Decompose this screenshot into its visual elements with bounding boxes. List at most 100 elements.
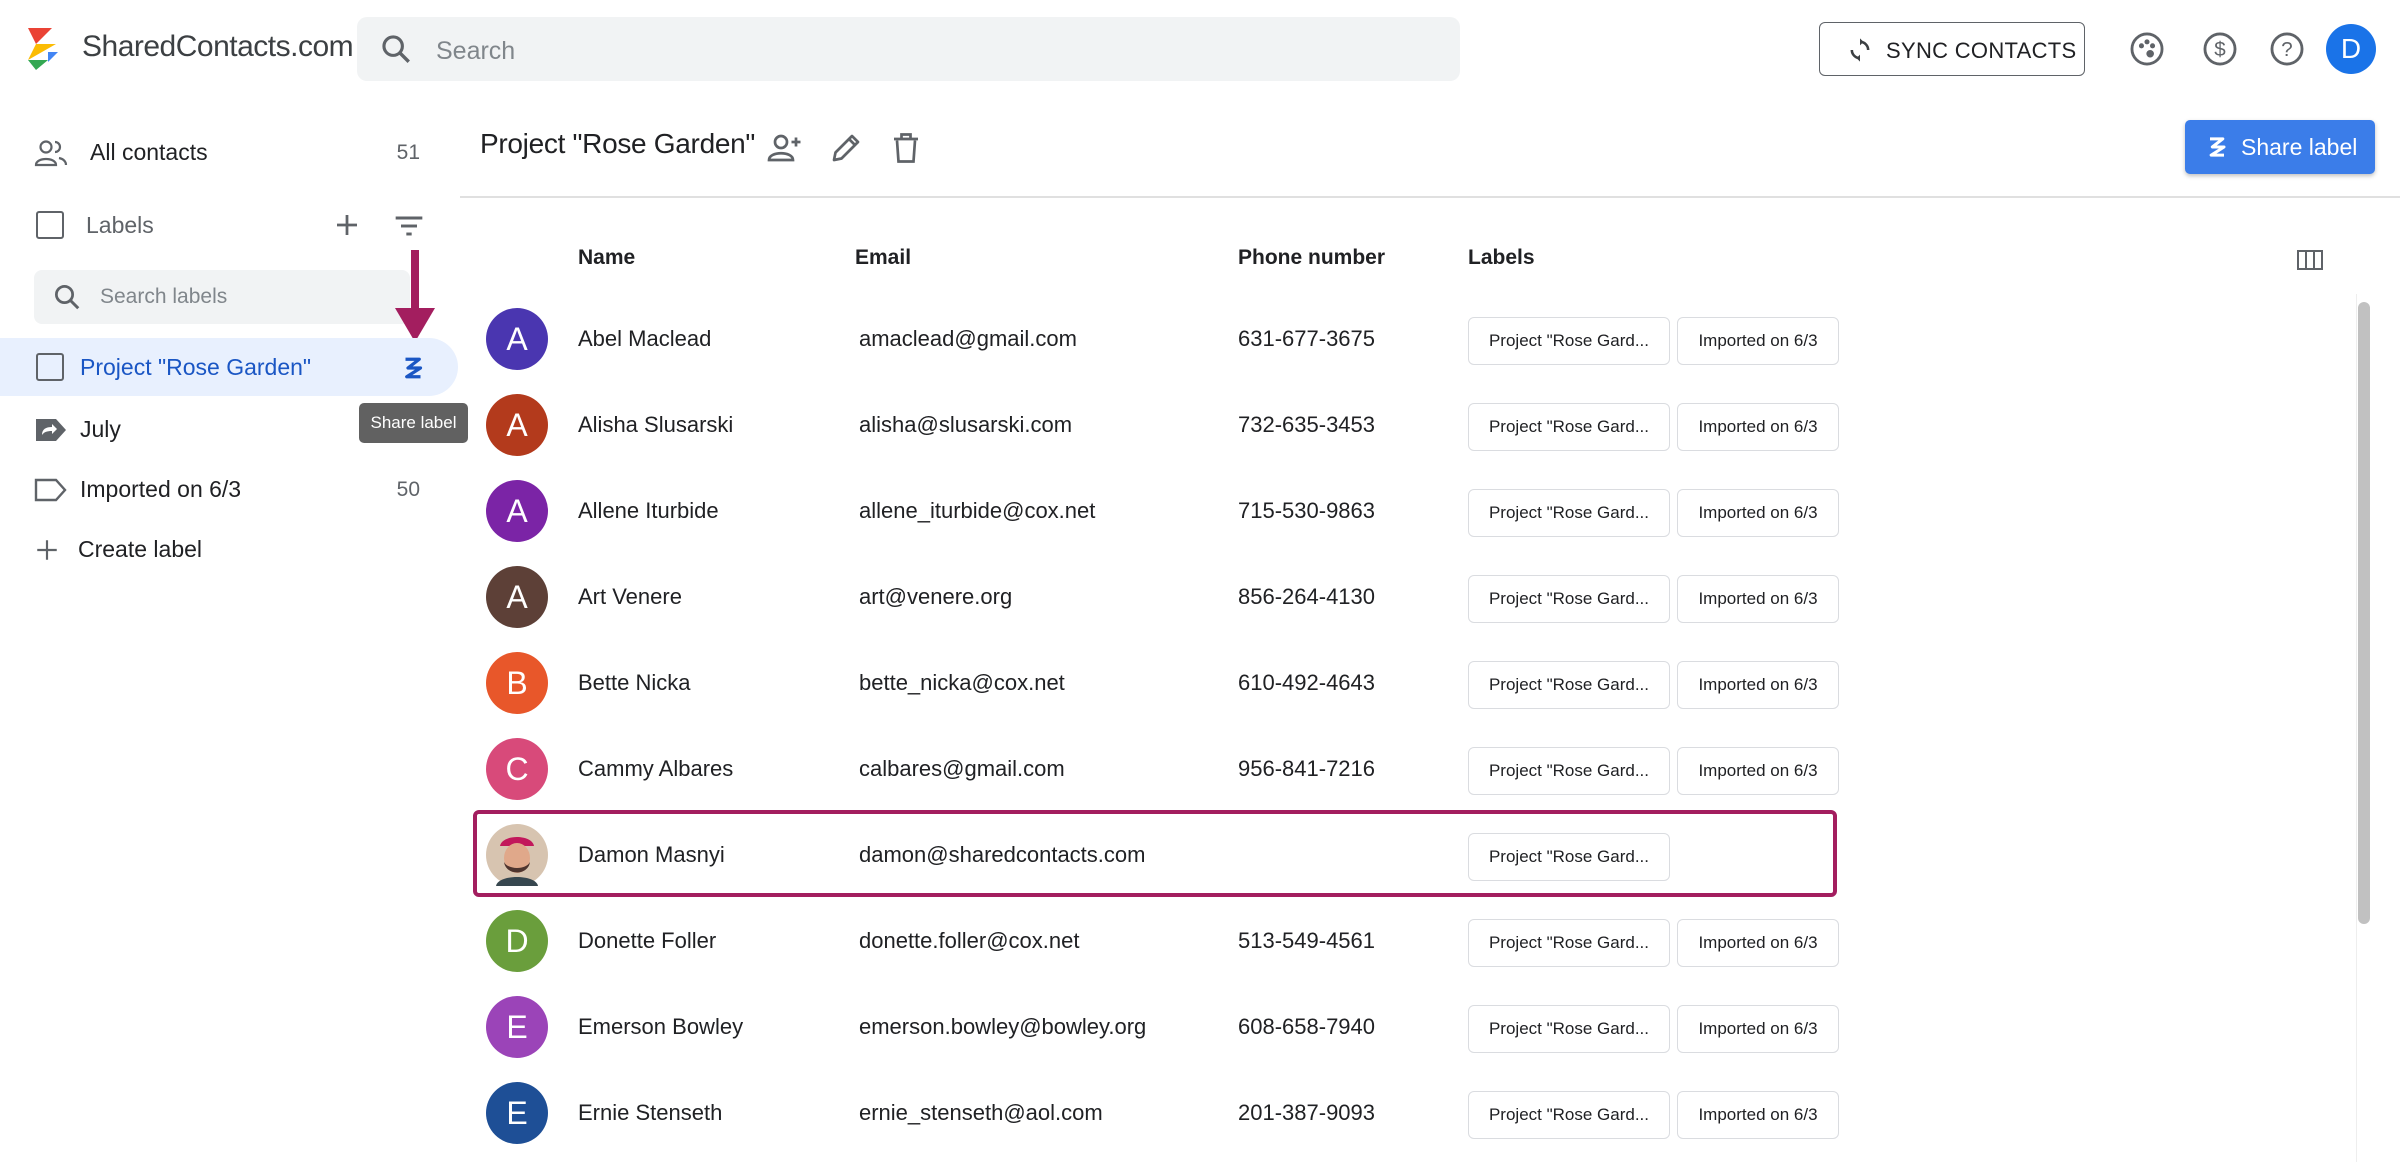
highlighted-row-annotation (473, 810, 1837, 897)
people-icon (34, 140, 68, 167)
table-row[interactable]: A Alisha Slusarski alisha@slusarski.com 732… (460, 382, 2360, 468)
share-label-button-text: Share label (2241, 134, 2358, 160)
label-chip[interactable]: Imported on 6/3 (1677, 919, 1839, 967)
label-chip[interactable]: Project "Rose Gard... (1468, 661, 1670, 709)
scrollbar[interactable] (2358, 302, 2370, 924)
label-chip[interactable]: Project "Rose Gard... (1468, 919, 1670, 967)
table-row[interactable]: D Donette Foller donette.foller@cox.net 513… (460, 898, 2360, 984)
label-chip[interactable]: Imported on 6/3 (1677, 575, 1839, 623)
sidebar-item-label: Imported on 6/3 (80, 476, 242, 502)
sync-icon (1850, 38, 1870, 62)
label-chip[interactable]: Imported on 6/3 (1677, 317, 1839, 365)
contact-name: Donette Foller (578, 928, 717, 953)
avatar: A (486, 480, 548, 542)
label-chip[interactable]: Imported on 6/3 (1677, 489, 1839, 537)
sidebar-item-project-rose-garden[interactable]: Project "Rose Garden" (0, 338, 458, 396)
contact-name: Abel Maclead (578, 326, 712, 351)
account-avatar[interactable]: D (2326, 24, 2376, 74)
share-label-icon[interactable] (398, 353, 428, 383)
contact-name: Alisha Slusarski (578, 412, 734, 437)
support-palette-icon[interactable] (2128, 30, 2166, 68)
select-all-labels-checkbox[interactable] (36, 211, 64, 239)
contact-email: art@venere.org (859, 584, 1013, 609)
table-row[interactable]: A Abel Maclead amaclead@gmail.com 631-677-3… (460, 296, 2360, 382)
plus-icon (37, 540, 57, 560)
label-chip[interactable]: Project "Rose Gard... (1468, 317, 1670, 365)
filter-icon[interactable] (393, 212, 425, 240)
delete-trash-icon[interactable] (888, 130, 924, 166)
search-icon (382, 35, 410, 63)
add-label-icon[interactable] (332, 210, 362, 240)
svg-text:?: ? (2281, 38, 2292, 61)
contact-email: calbares@gmail.com (859, 756, 1065, 781)
annotation-arrow-icon (395, 250, 435, 342)
label-chip[interactable]: Imported on 6/3 (1677, 661, 1839, 709)
table-row[interactable]: B Bette Nicka bette_nicka@cox.net 610-492-4… (460, 640, 2360, 726)
contact-email: amaclead@gmail.com (859, 326, 1077, 351)
search-bar[interactable]: Search (357, 17, 1460, 81)
sidebar-item-count: 50 (396, 478, 420, 501)
avatar: A (486, 394, 548, 456)
label-search-input[interactable]: Search labels (100, 285, 227, 309)
column-header-phone[interactable]: Phone number (1238, 246, 1385, 270)
label-chip[interactable]: Imported on 6/3 (1677, 1091, 1839, 1139)
avatar: E (486, 996, 548, 1058)
contact-name: Art Venere (578, 584, 682, 609)
column-header-labels[interactable]: Labels (1468, 246, 1535, 270)
label-chip[interactable]: Imported on 6/3 (1677, 747, 1839, 795)
contact-name: Emerson Bowley (578, 1014, 744, 1039)
sync-contacts-button[interactable]: SYNC CONTACTS (1819, 22, 2085, 76)
contact-email: donette.foller@cox.net (859, 928, 1080, 953)
labels-header: Labels (0, 196, 458, 256)
sidebar-item-all-contacts[interactable]: All contacts 51 (0, 123, 458, 183)
contact-email: emerson.bowley@bowley.org (859, 1014, 1147, 1039)
help-icon[interactable]: ? (2268, 30, 2306, 68)
add-person-icon[interactable] (766, 130, 802, 166)
label-chip[interactable]: Project "Rose Gard... (1468, 403, 1670, 451)
table-row[interactable]: A Allene Iturbide allene_iturbide@cox.net 7… (460, 468, 2360, 554)
contact-email: allene_iturbide@cox.net (859, 498, 1096, 523)
sidebar-item-july[interactable]: July (0, 400, 458, 460)
contact-name: Ernie Stenseth (578, 1100, 723, 1125)
sync-contacts-label: SYNC CONTACTS (1886, 38, 2077, 63)
contact-phone: 610-492-4643 (1238, 670, 1376, 695)
sharedcontacts-logo-icon[interactable] (22, 24, 62, 72)
contact-phone: 608-658-7940 (1238, 1014, 1376, 1039)
column-header-name[interactable]: Name (578, 246, 635, 270)
table-row[interactable]: C Cammy Albares calbares@gmail.com 956-841-… (460, 726, 2360, 812)
table-row[interactable]: A Art Venere art@venere.org 856-264-4130 Pro… (460, 554, 2360, 640)
sidebar-item-label: All contacts (90, 139, 208, 165)
label-checkbox[interactable] (36, 353, 64, 381)
contact-name: Allene Iturbide (578, 498, 719, 523)
contact-email: bette_nicka@cox.net (859, 670, 1065, 695)
column-settings-icon[interactable] (2296, 248, 2324, 272)
page-title: Project "Rose Garden" (480, 128, 756, 159)
label-chip[interactable]: Imported on 6/3 (1677, 1005, 1839, 1053)
label-chip[interactable]: Project "Rose Gard... (1468, 747, 1670, 795)
avatar: D (486, 910, 548, 972)
contact-phone: 201-387-9093 (1238, 1100, 1376, 1125)
label-chip[interactable]: Project "Rose Gard... (1468, 1091, 1670, 1139)
billing-dollar-icon[interactable]: $ (2201, 30, 2239, 68)
label-chip[interactable]: Project "Rose Gard... (1468, 1005, 1670, 1053)
create-label-button[interactable]: Create label (0, 520, 458, 580)
search-input[interactable]: Search (436, 37, 515, 66)
sidebar-item-label: July (80, 416, 121, 442)
table-row[interactable]: E Emerson Bowley emerson.bowley@bowley.org… (460, 984, 2360, 1070)
label-chip[interactable]: Project "Rose Gard... (1468, 575, 1670, 623)
contact-email: ernie_stenseth@aol.com (859, 1100, 1103, 1125)
share-label-button[interactable]: Share label (2185, 120, 2375, 174)
label-chip[interactable]: Imported on 6/3 (1677, 403, 1839, 451)
contact-phone: 956-841-7216 (1238, 756, 1376, 781)
label-chip[interactable]: Project "Rose Gard... (1468, 489, 1670, 537)
create-label-text: Create label (78, 536, 203, 562)
column-header-email[interactable]: Email (855, 246, 911, 270)
edit-pencil-icon[interactable] (828, 130, 864, 166)
brand-name[interactable]: SharedContacts.com (82, 30, 354, 64)
label-search-field[interactable]: Search labels (34, 270, 410, 324)
label-icon (34, 478, 67, 502)
table-row[interactable]: E Ernie Stenseth ernie_stenseth@aol.com 201… (460, 1070, 2360, 1156)
contact-name: Cammy Albares (578, 756, 734, 781)
sidebar-item-imported[interactable]: Imported on 6/3 50 (0, 460, 458, 520)
avatar: C (486, 738, 548, 800)
